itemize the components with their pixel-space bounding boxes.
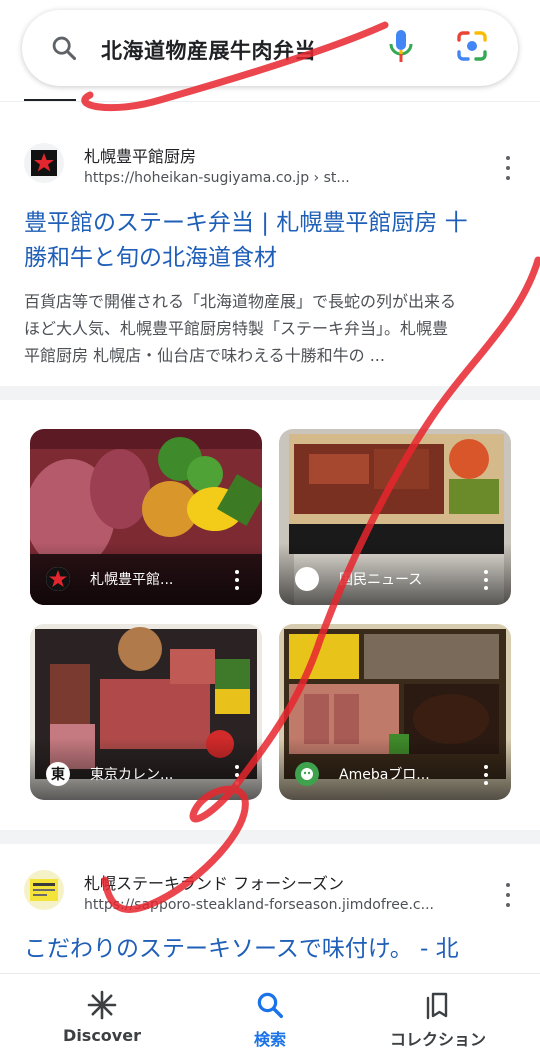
more-options-icon[interactable] xyxy=(481,570,491,590)
tile-favicon xyxy=(295,762,319,786)
tile-source-label: 東京カレン... xyxy=(90,767,174,783)
nav-discover-label: Discover xyxy=(63,1026,141,1045)
more-options-icon[interactable] xyxy=(232,570,242,590)
result-favicon xyxy=(24,143,64,183)
more-options-icon[interactable] xyxy=(500,156,516,180)
search-input[interactable]: 北海道物産展牛肉弁当 xyxy=(101,35,316,65)
image-result-tile[interactable]: 東 東京カレン... xyxy=(30,624,262,800)
tile-source-label: 札幌豊平館... xyxy=(90,572,174,588)
discover-asterisk-icon xyxy=(87,990,117,1020)
image-result-tile[interactable]: 国民ニュース xyxy=(279,429,511,605)
more-options-icon[interactable] xyxy=(500,883,516,907)
tile-favicon xyxy=(295,567,319,591)
result-url[interactable]: https://hoheikan-sugiyama.co.jp › st... xyxy=(84,170,350,186)
microphone-icon[interactable] xyxy=(388,28,414,64)
nav-search[interactable]: 検索 xyxy=(180,974,360,1057)
result-favicon xyxy=(24,870,64,910)
lens-camera-icon[interactable] xyxy=(455,30,489,62)
tile-source-label: 国民ニュース xyxy=(339,572,423,588)
nav-collections-label: コレクション xyxy=(389,1030,486,1049)
nav-discover[interactable]: Discover xyxy=(12,974,192,1057)
result-snippet-line: 百貨店等で開催される「北海道物産展」で長蛇の列が出来る xyxy=(24,292,457,311)
steakland-logo-icon xyxy=(30,879,58,901)
result-snippet-line: 平館厨房 札幌店・仙台店で味わえる十勝和牛の ... xyxy=(24,346,385,365)
bottom-navigation: Discover 検索 コレクション xyxy=(0,973,540,1057)
more-options-icon[interactable] xyxy=(481,765,491,785)
tile-favicon: 東 xyxy=(46,762,70,786)
tile-favicon xyxy=(46,567,70,591)
red-star-icon xyxy=(31,150,57,176)
red-star-icon xyxy=(46,567,70,591)
section-separator xyxy=(0,386,540,400)
result-site-name[interactable]: 札幌豊平館厨房 xyxy=(84,143,196,167)
result-title-line[interactable]: こだわりのステーキソースで味付け。 - 北 xyxy=(24,932,520,967)
image-result-tile[interactable]: 札幌豊平館... xyxy=(30,429,262,605)
section-separator xyxy=(0,830,540,844)
ameba-icon xyxy=(301,768,313,780)
tile-source-label: Amebaブロ... xyxy=(339,767,430,783)
more-options-icon[interactable] xyxy=(232,765,242,785)
result-snippet-line: ほど大人気、札幌豊平館厨房特製「ステーキ弁当」。札幌豊 xyxy=(24,319,449,338)
result-title-line[interactable]: 豊平館のステーキ弁当 | 札幌豊平館厨房 十 xyxy=(24,206,520,241)
nav-search-label: 検索 xyxy=(253,1030,286,1049)
search-icon xyxy=(257,992,283,1018)
result-title-line[interactable]: 勝和牛と旬の北海道食材 xyxy=(24,241,520,276)
result-site-name[interactable]: 札幌ステーキランド フォーシーズン xyxy=(84,870,344,894)
nav-collections[interactable]: コレクション xyxy=(348,974,528,1057)
image-result-tile[interactable]: Amebaブロ... xyxy=(279,624,511,800)
collections-bookmark-icon xyxy=(426,992,448,1020)
result-url[interactable]: https://sapporo-steakland-forseason.jimd… xyxy=(84,897,434,913)
search-icon[interactable] xyxy=(50,34,78,62)
divider xyxy=(0,101,540,102)
